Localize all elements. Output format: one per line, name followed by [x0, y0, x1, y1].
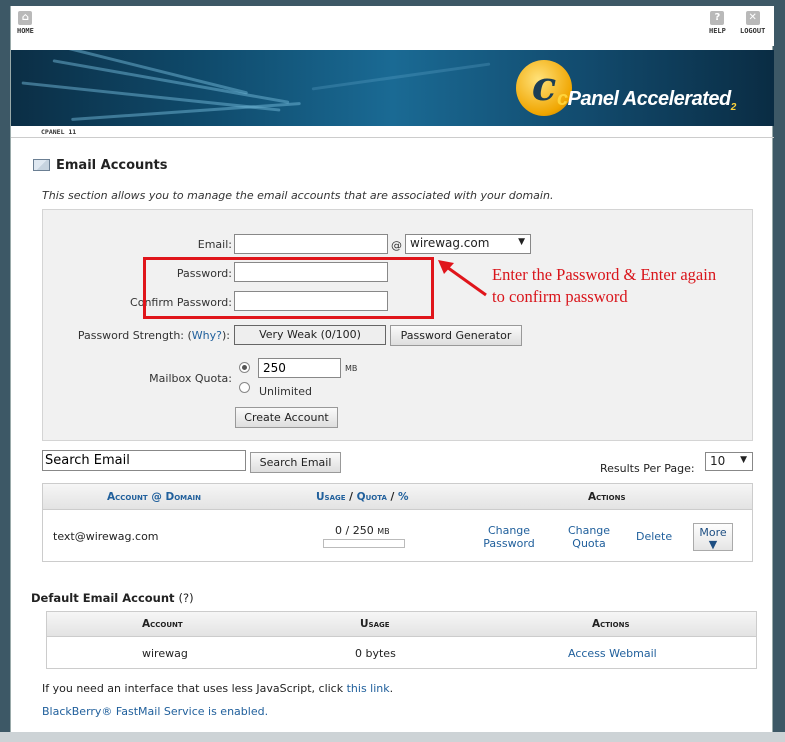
logout-icon: ✕ [745, 11, 760, 25]
footer-strip [0, 732, 785, 742]
quota-unlimited-radio[interactable] [239, 382, 250, 393]
password-strength-label: Password Strength: (Why?): [77, 329, 230, 342]
email-accounts-table: Account @ Domain Usage / Quota / % Actio… [42, 483, 753, 562]
logout-nav[interactable]: ✕ LOGOUT [740, 11, 765, 35]
add-email-form: Email: @ wirewag.com ▼ Password: Confirm… [42, 209, 753, 441]
annotation-line-2: to confirm password [492, 287, 628, 306]
password-strength-meter: Very Weak (0/100) [234, 325, 386, 345]
actions-header: Actions [588, 491, 626, 503]
account-domain-header[interactable]: Account @ Domain [107, 491, 201, 503]
annotation-line-1: Enter the Password & Enter again [492, 265, 717, 284]
page-header: Email Accounts [33, 156, 168, 174]
quota-progress-bar [323, 539, 405, 548]
change-quota-link[interactable]: Change Quota [563, 524, 615, 550]
help-nav[interactable]: ? HELP [709, 11, 726, 35]
actions-header: Actions [592, 618, 630, 630]
quota-input[interactable] [258, 358, 341, 378]
create-account-button[interactable]: Create Account [235, 407, 338, 428]
quota-unit: MB [345, 364, 358, 373]
default-email-table: Account Usage Actions wirewag 0 bytes Ac… [46, 611, 757, 669]
page-description: This section allows you to manage the em… [42, 189, 554, 202]
blackberry-status-link[interactable]: BlackBerry® FastMail Service is enabled. [42, 705, 268, 718]
lite-interface-note: If you need an interface that uses less … [42, 682, 394, 695]
cpanel-banner: c cPanel Accelerated2 [11, 50, 774, 126]
default-account-cell: wirewag [142, 647, 188, 660]
top-nav: ⌂ HOME ? HELP ✕ LOGOUT [11, 6, 774, 46]
help-label: HELP [709, 27, 726, 35]
chevron-down-icon: ▼ [518, 237, 525, 247]
home-icon: ⌂ [18, 11, 33, 25]
email-input[interactable] [234, 234, 388, 254]
chevron-down-icon: ▼ [708, 538, 718, 551]
domain-value: wirewag.com [410, 236, 490, 250]
percent-sort-link[interactable]: % [398, 491, 409, 503]
annotation-highlight-box [143, 257, 434, 319]
delete-link[interactable]: Delete [636, 530, 672, 543]
home-label: HOME [17, 27, 34, 35]
home-nav[interactable]: ⌂ HOME [17, 11, 34, 35]
page-title: Email Accounts [56, 157, 168, 173]
quota-sort-link[interactable]: Quota [357, 491, 387, 503]
annotation-arrow-icon [438, 260, 487, 297]
account-cell: text@wirewag.com [53, 530, 159, 543]
envelope-icon [33, 159, 50, 171]
domain-select[interactable]: wirewag.com ▼ [405, 234, 531, 254]
mailbox-quota-label: Mailbox Quota: [149, 372, 232, 385]
breadcrumb-bar: CPANEL 11 [11, 126, 774, 138]
usage-header: Usage [360, 618, 390, 630]
lite-interface-link[interactable]: this link [347, 682, 390, 695]
chevron-down-icon: ▼ [740, 455, 747, 465]
password-generator-button[interactable]: Password Generator [390, 325, 522, 346]
usage-cell: 0 / 250 MB [335, 524, 390, 537]
results-per-page-label: Results Per Page: [600, 462, 695, 475]
cpanel-window: ⌂ HOME ? HELP ✕ LOGOUT c cPanel Accelera… [10, 6, 774, 742]
results-per-page-select[interactable]: 10 ▼ [705, 452, 753, 471]
help-link[interactable]: (?) [179, 591, 194, 605]
annotation-text: Enter the Password & Enter again to conf… [492, 264, 716, 308]
why-link[interactable]: Why? [192, 329, 222, 342]
usage-sort-link[interactable]: Usage [316, 491, 346, 503]
breadcrumb[interactable]: CPANEL 11 [41, 128, 76, 136]
account-header: Account [142, 618, 183, 630]
logout-label: LOGOUT [740, 27, 766, 35]
unlimited-label: Unlimited [259, 385, 312, 398]
search-email-button[interactable]: Search Email [250, 452, 341, 473]
more-button[interactable]: More ▼ [693, 523, 733, 551]
default-usage-cell: 0 bytes [355, 647, 396, 660]
search-email-input[interactable] [42, 450, 246, 471]
default-email-title: Default Email Account (?) [31, 591, 194, 605]
usage-quota-header: Usage / Quota / % [316, 491, 409, 503]
at-sign: @ [391, 239, 402, 252]
quota-limited-radio[interactable] [239, 362, 250, 373]
change-password-link[interactable]: Change Password [483, 524, 535, 550]
cpanel-logo-text: cPanel Accelerated2 [557, 88, 736, 113]
results-per-page-value: 10 [710, 454, 726, 468]
help-icon: ? [710, 11, 725, 25]
email-label: Email: [197, 238, 232, 251]
access-webmail-link[interactable]: Access Webmail [568, 647, 657, 660]
table-header: Account @ Domain Usage / Quota / % Actio… [43, 484, 752, 510]
table-header: Account Usage Actions [47, 612, 756, 637]
